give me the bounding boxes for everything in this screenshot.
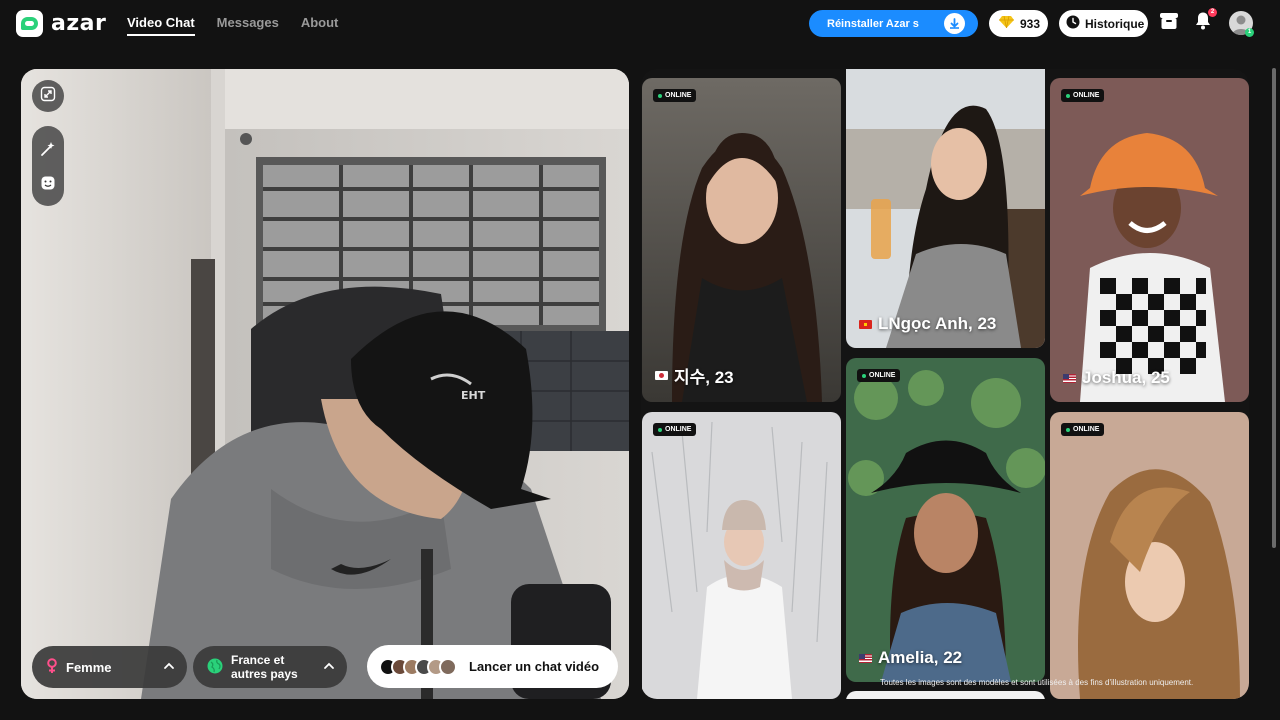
profile-photo	[846, 358, 1045, 682]
profile-card[interactable]: ONLINE 지수, 23	[642, 78, 841, 402]
disclaimer-text: Toutes les images sont des modèles et so…	[880, 678, 1194, 687]
magic-wand-icon[interactable]	[37, 138, 59, 160]
profile-name-text: Amelia, 22	[878, 648, 963, 667]
reinstall-label: Réinstaller Azar s	[827, 17, 919, 30]
history-label: Historique	[1085, 16, 1145, 31]
profile-photo	[846, 69, 1045, 348]
top-bar: azar Video Chat Messages About Réinstall…	[0, 0, 1280, 48]
self-video-preview: EHT Femme France et autres pays Lancer u…	[21, 69, 629, 699]
gems-counter[interactable]: 933	[989, 10, 1048, 37]
profile-photo	[642, 412, 841, 699]
flag-kr-icon	[655, 371, 668, 380]
online-badge: ONLINE	[653, 423, 697, 436]
profile-card[interactable]: ONLINE Amelia, 22	[846, 358, 1045, 682]
globe-icon	[207, 658, 223, 677]
profile-photo	[1050, 412, 1249, 699]
online-badge: ONLINE	[653, 89, 697, 102]
notifications-button[interactable]: 2	[1192, 8, 1217, 34]
expand-button[interactable]	[32, 80, 64, 112]
flag-vn-icon	[859, 319, 872, 329]
online-badge: ONLINE	[1061, 423, 1105, 436]
profile-name: Amelia, 22	[859, 648, 962, 668]
profile-name-text: LNgọc Anh, 23	[878, 314, 997, 333]
profile-card[interactable]: LNgọc Anh, 23	[846, 69, 1045, 348]
profile-name-text: Joshua, 25	[1082, 368, 1170, 387]
profile-photo	[846, 691, 1045, 699]
shop-button[interactable]	[1158, 12, 1180, 34]
svg-text:EHT: EHT	[461, 389, 486, 402]
gender-filter-label: Femme	[66, 659, 112, 675]
camera-feed-image: EHT	[21, 69, 629, 699]
chevron-up-icon	[163, 660, 175, 675]
main-nav: Video Chat Messages About	[127, 15, 338, 36]
profile-card[interactable]: ONLINE	[642, 412, 841, 699]
history-button[interactable]: Historique	[1059, 10, 1148, 37]
avatar-badge: 1	[1245, 28, 1254, 37]
region-filter-button[interactable]: France et autres pays	[193, 646, 347, 688]
expand-icon	[40, 86, 56, 107]
online-badge: ONLINE	[1061, 89, 1105, 102]
region-filter-label: France et autres pays	[231, 653, 298, 681]
gems-count: 933	[1020, 16, 1041, 31]
azar-logo[interactable]: azar	[16, 10, 106, 37]
profile-name: LNgọc Anh, 23	[859, 314, 996, 334]
profile-photo	[1050, 78, 1249, 402]
nav-video-chat[interactable]: Video Chat	[127, 15, 195, 36]
profile-name: Joshua, 25	[1063, 368, 1170, 388]
flag-us-icon	[859, 653, 872, 663]
download-icon	[944, 13, 965, 34]
face-filter-icon[interactable]	[37, 172, 59, 194]
page-scrollbar[interactable]	[1270, 48, 1278, 720]
clock-icon	[1066, 15, 1080, 32]
flag-us-icon	[1063, 373, 1076, 383]
store-icon	[1159, 12, 1179, 35]
avatar-stack	[379, 657, 457, 676]
online-badge: ONLINE	[857, 369, 901, 382]
scrollbar-thumb[interactable]	[1272, 68, 1276, 548]
female-icon	[46, 657, 58, 677]
gem-icon	[999, 15, 1014, 31]
reinstall-button[interactable]: Réinstaller Azar s	[809, 10, 978, 37]
brand-name: azar	[51, 11, 107, 36]
profile-card[interactable]	[846, 691, 1045, 699]
effects-toolbar	[32, 126, 64, 206]
chevron-up-icon	[323, 660, 335, 675]
profiles-gallery: ONLINE 지수, 23 LNgọc Anh, 23 ONLINE Joshu…	[641, 69, 1249, 699]
profile-name-text: 지수, 23	[674, 368, 734, 387]
video-tools	[32, 80, 64, 206]
gender-filter-button[interactable]: Femme	[32, 646, 187, 688]
notification-badge: 2	[1208, 8, 1217, 17]
profile-photo	[642, 78, 841, 402]
nav-messages[interactable]: Messages	[217, 15, 279, 36]
azar-logo-icon	[16, 10, 43, 37]
profile-card[interactable]: ONLINE	[1050, 412, 1249, 699]
launch-video-chat-button[interactable]: Lancer un chat vidéo	[367, 645, 618, 688]
nav-about[interactable]: About	[301, 15, 339, 36]
profile-card[interactable]: ONLINE Joshua, 25	[1050, 78, 1249, 402]
profile-name: 지수, 23	[655, 363, 734, 388]
launch-label: Lancer un chat vidéo	[469, 659, 600, 674]
